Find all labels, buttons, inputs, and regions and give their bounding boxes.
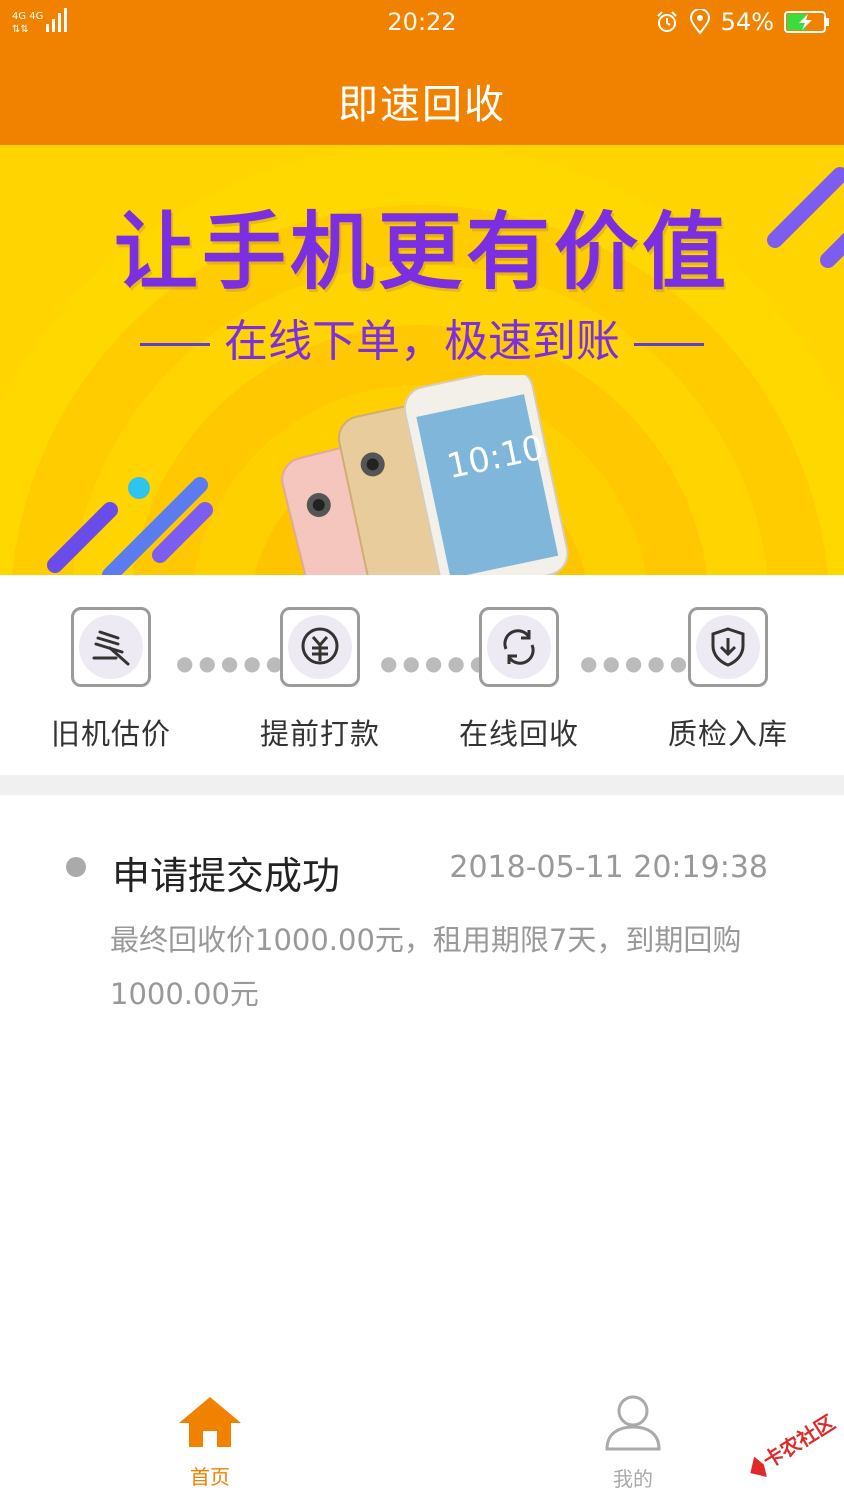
section-divider xyxy=(0,775,844,795)
step-quality-check[interactable]: 质检入库 xyxy=(643,607,813,753)
bottom-nav: 首页 我的 xyxy=(0,1385,844,1500)
battery-charging-icon xyxy=(784,11,829,33)
banner-headline: 让手机更有价值 xyxy=(113,203,730,301)
refresh-cycle-icon xyxy=(503,629,535,665)
promo-banner[interactable]: 让手机更有价值 在线下单，极速到账 10:10 xyxy=(0,145,844,575)
step-label: 质检入库 xyxy=(667,717,788,751)
order-record[interactable]: 申请提交成功 2018-05-11 20:19:38 最终回收价1000.00元… xyxy=(0,795,844,1095)
timeline-dot xyxy=(66,857,86,877)
gavel-icon xyxy=(92,630,130,666)
banner-subline: 在线下单，极速到账 xyxy=(0,305,844,369)
step-advance-payment[interactable]: 提前打款 xyxy=(235,607,405,753)
step-label: 在线回收 xyxy=(458,717,579,751)
nav-mine-label: 我的 xyxy=(613,1467,653,1491)
step-estimate[interactable]: 旧机估价 xyxy=(26,607,196,753)
step-online-recycle[interactable]: 在线回收 xyxy=(434,607,604,753)
alarm-icon xyxy=(656,11,677,32)
status-bar: 4G 4G ⇅⇅ 20:22 54% xyxy=(0,0,844,46)
step-label: 旧机估价 xyxy=(50,717,171,751)
page-title: 即速回收 xyxy=(338,82,506,128)
home-icon xyxy=(179,1397,241,1447)
watermark-text: 卡农社区 xyxy=(759,1410,840,1473)
nav-home-label: 首页 xyxy=(190,1465,230,1489)
record-description: 最终回收价1000.00元，租用期限7天，到期回购1000.00元 xyxy=(110,923,742,1011)
status-icons: 54% xyxy=(655,8,830,36)
step-label: 提前打款 xyxy=(259,717,380,751)
phones-illustration: 10:10 xyxy=(281,375,569,575)
process-steps: 旧机估价 ●●●●●● 提前打款 ●●●●●● 在线回收 ●●●●●● 质检入库 xyxy=(0,575,844,775)
battery-percent: 54% xyxy=(720,8,774,36)
location-icon xyxy=(689,9,710,35)
user-icon xyxy=(605,1395,661,1451)
watermark-logo: 卡农社区 xyxy=(750,1410,840,1477)
record-time: 2018-05-11 20:19:38 xyxy=(449,850,768,885)
nav-home[interactable]: 首页 xyxy=(140,1393,280,1490)
yen-payment-icon xyxy=(301,627,339,665)
app-header: 4G 4G ⇅⇅ 20:22 54% 即速回收 xyxy=(0,0,844,145)
nav-mine[interactable]: 我的 xyxy=(563,1393,703,1492)
record-status: 申请提交成功 xyxy=(112,854,341,898)
shield-download-icon xyxy=(711,627,745,667)
